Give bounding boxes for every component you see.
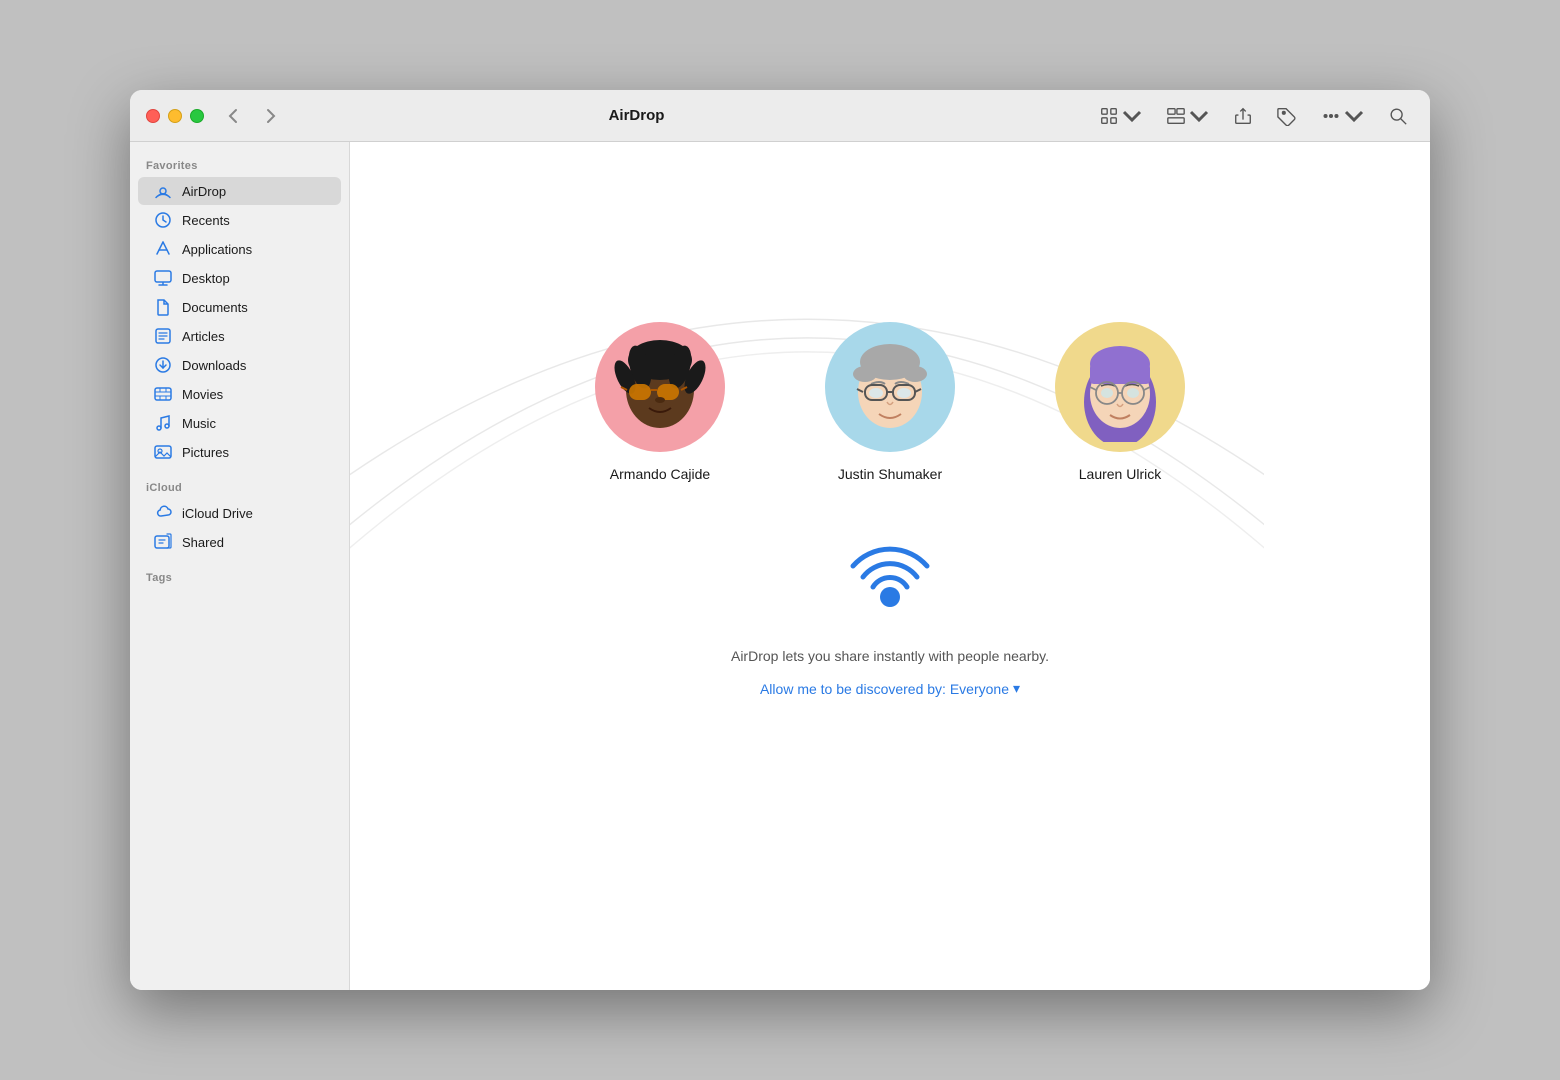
airdrop-discovery-text: Allow me to be discovered by: Everyone — [760, 681, 1009, 697]
sidebar-item-movies[interactable]: Movies — [138, 380, 341, 408]
airdrop-description: AirDrop lets you share instantly with pe… — [731, 648, 1049, 664]
applications-icon — [154, 240, 172, 258]
sidebar-label-airdrop: AirDrop — [182, 184, 226, 199]
toolbar-actions — [1093, 102, 1414, 130]
desktop-icon — [154, 269, 172, 287]
tags-label: Tags — [130, 566, 349, 588]
icloud-label: iCloud — [130, 476, 349, 498]
avatar-lauren — [1055, 322, 1185, 452]
airdrop-discovery-button[interactable]: Allow me to be discovered by: Everyone ▾ — [760, 680, 1020, 697]
people-area: Armando Cajide — [595, 322, 1185, 482]
sidebar: Favorites AirDrop — [130, 142, 350, 990]
sidebar-label-shared: Shared — [182, 535, 224, 550]
downloads-icon — [154, 356, 172, 374]
sidebar-item-desktop[interactable]: Desktop — [138, 264, 341, 292]
avatar-armando — [595, 322, 725, 452]
sidebar-label-applications: Applications — [182, 242, 252, 257]
person-name-justin: Justin Shumaker — [838, 466, 942, 482]
favorites-label: Favorites — [130, 154, 349, 176]
icloud-drive-icon — [154, 504, 172, 522]
sidebar-item-applications[interactable]: Applications — [138, 235, 341, 263]
person-lauren[interactable]: Lauren Ulrick — [1055, 322, 1185, 482]
sidebar-item-recents[interactable]: Recents — [138, 206, 341, 234]
bottom-section: AirDrop lets you share instantly with pe… — [731, 542, 1049, 697]
sidebar-item-downloads[interactable]: Downloads — [138, 351, 341, 379]
content-area: Favorites AirDrop — [130, 142, 1430, 990]
main-panel: Armando Cajide — [350, 142, 1430, 990]
sidebar-item-pictures[interactable]: Pictures — [138, 438, 341, 466]
sidebar-item-documents[interactable]: Documents — [138, 293, 341, 321]
title-bar: AirDrop — [130, 90, 1430, 142]
sidebar-item-airdrop[interactable]: AirDrop — [138, 177, 341, 205]
sidebar-label-recents: Recents — [182, 213, 230, 228]
movies-icon — [154, 385, 172, 403]
avatar-justin — [825, 322, 955, 452]
tag-button[interactable] — [1271, 102, 1303, 130]
airdrop-large-icon — [845, 542, 935, 632]
sidebar-item-shared[interactable]: Shared — [138, 528, 341, 556]
sidebar-label-downloads: Downloads — [182, 358, 246, 373]
sidebar-label-articles: Articles — [182, 329, 225, 344]
person-name-lauren: Lauren Ulrick — [1079, 466, 1161, 482]
shared-icon — [154, 533, 172, 551]
view-group-button[interactable] — [1160, 102, 1215, 130]
view-grid-button[interactable] — [1093, 102, 1148, 130]
music-icon — [154, 414, 172, 432]
person-name-armando: Armando Cajide — [610, 466, 710, 482]
search-button[interactable] — [1382, 102, 1414, 130]
window-title: AirDrop — [180, 107, 1093, 124]
sidebar-label-movies: Movies — [182, 387, 223, 402]
articles-icon — [154, 327, 172, 345]
sidebar-item-icloud-drive[interactable]: iCloud Drive — [138, 499, 341, 527]
pictures-icon — [154, 443, 172, 461]
sidebar-label-desktop: Desktop — [182, 271, 230, 286]
chevron-down-icon: ▾ — [1013, 680, 1020, 697]
person-armando[interactable]: Armando Cajide — [595, 322, 725, 482]
finder-window: AirDrop — [130, 90, 1430, 990]
sidebar-label-icloud-drive: iCloud Drive — [182, 506, 253, 521]
sidebar-item-articles[interactable]: Articles — [138, 322, 341, 350]
recents-icon — [154, 211, 172, 229]
share-button[interactable] — [1227, 102, 1259, 130]
airdrop-icon — [154, 182, 172, 200]
sidebar-label-pictures: Pictures — [182, 445, 229, 460]
person-justin[interactable]: Justin Shumaker — [825, 322, 955, 482]
documents-icon — [154, 298, 172, 316]
more-button[interactable] — [1315, 102, 1370, 130]
sidebar-label-music: Music — [182, 416, 216, 431]
sidebar-item-music[interactable]: Music — [138, 409, 341, 437]
sidebar-label-documents: Documents — [182, 300, 248, 315]
close-button[interactable] — [146, 109, 160, 123]
